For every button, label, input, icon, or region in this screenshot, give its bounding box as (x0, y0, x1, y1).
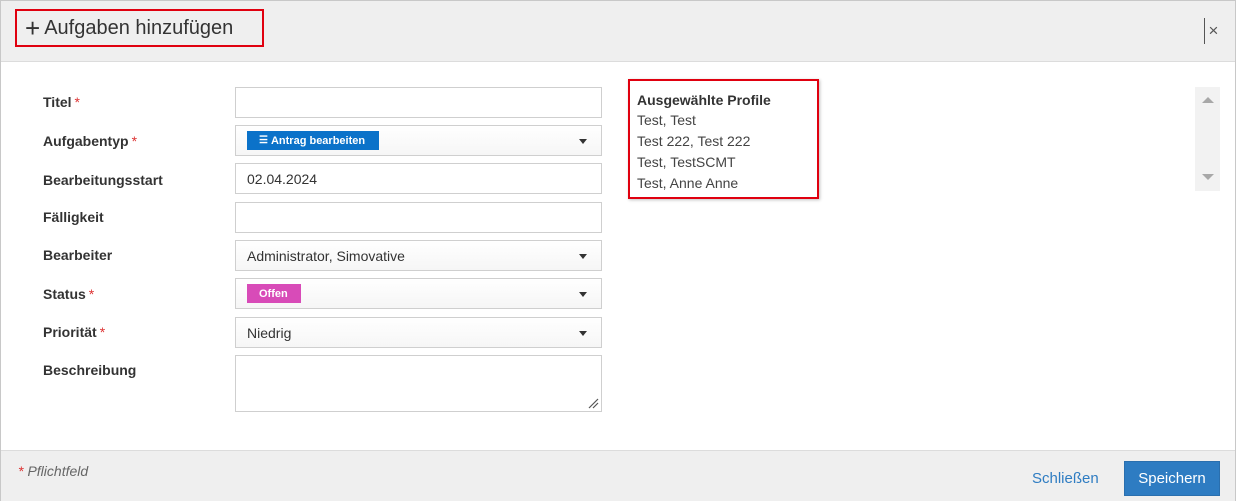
bearbeiter-label: Bearbeiter (43, 247, 113, 263)
prioritaet-label-text: Priorität (43, 324, 97, 340)
required-marker: * (99, 324, 106, 340)
required-marker: * (74, 94, 80, 110)
required-field-text: Pflichtfeld (27, 463, 89, 479)
faelligkeit-input[interactable] (235, 202, 602, 233)
chevron-down-icon (579, 331, 587, 336)
status-label-text: Status (43, 286, 86, 302)
required-field-note: * Pflichtfeld (18, 463, 88, 479)
list-icon: ☰ (259, 135, 268, 146)
titel-label-text: Titel (43, 94, 72, 110)
profile-item: Test, Test (637, 112, 696, 128)
bearbeitungsstart-value: 02.04.2024 (247, 170, 318, 187)
selected-profiles-panel: Ausgewählte Profile Test, Test Test 222,… (628, 79, 819, 199)
titel-label: Titel * (43, 94, 80, 110)
bearbeitungsstart-label: Bearbeitungsstart (43, 172, 163, 188)
profile-item: Test, Anne Anne (637, 175, 739, 191)
profile-item: Test 222, Test 222 (637, 133, 751, 149)
aufgabentyp-value: Antrag bearbeiten (270, 134, 366, 147)
aufgabentyp-select[interactable]: ☰ Antrag bearbeiten (235, 125, 602, 156)
close-button[interactable]: Schließen (1032, 470, 1099, 487)
beschreibung-textarea[interactable] (235, 355, 602, 412)
status-badge: Offen (247, 284, 301, 303)
selected-profiles-heading: Ausgewählte Profile (637, 92, 771, 108)
chevron-down-icon (579, 254, 587, 259)
resize-handle-icon[interactable] (587, 397, 599, 409)
status-label: Status * (43, 286, 94, 302)
dialog-footer: * Pflichtfeld Schließen Speichern (1, 450, 1235, 501)
chevron-down-icon (579, 139, 587, 144)
prioritaet-label: Priorität * (43, 324, 105, 340)
profile-item: Test, TestSCMT (637, 154, 736, 170)
profiles-scrollbar[interactable] (1195, 87, 1220, 191)
required-marker: * (18, 463, 24, 479)
status-select[interactable]: Offen (235, 278, 602, 309)
chevron-down-icon (579, 292, 587, 297)
dialog-title: Aufgaben hinzufügen (44, 16, 234, 39)
close-icon[interactable]: × (1204, 18, 1222, 44)
aufgabentyp-label: Aufgabentyp * (43, 133, 137, 149)
save-button[interactable]: Speichern (1124, 461, 1220, 496)
bearbeiter-select[interactable]: Administrator, Simovative (235, 240, 602, 271)
bearbeiter-value: Administrator, Simovative (247, 247, 405, 264)
add-tasks-dialog: + Aufgaben hinzufügen × Titel * Aufgabent… (0, 0, 1236, 501)
scroll-up-icon[interactable] (1202, 97, 1214, 103)
faelligkeit-label: Fälligkeit (43, 209, 104, 225)
required-marker: * (88, 286, 95, 302)
dialog-header: + Aufgaben hinzufügen × (1, 1, 1235, 62)
required-marker: * (131, 133, 138, 149)
scroll-down-icon[interactable] (1202, 174, 1214, 180)
aufgabentyp-label-text: Aufgabentyp (43, 133, 129, 149)
dialog-title-highlight: + Aufgaben hinzufügen (15, 9, 264, 47)
prioritaet-value: Niedrig (247, 324, 292, 341)
titel-input[interactable] (235, 87, 602, 118)
bearbeitungsstart-input[interactable]: 02.04.2024 (235, 163, 602, 194)
plus-icon: + (25, 13, 41, 43)
aufgabentyp-tag: ☰ Antrag bearbeiten (247, 131, 379, 150)
prioritaet-select[interactable]: Niedrig (235, 317, 602, 348)
beschreibung-label: Beschreibung (43, 362, 137, 378)
